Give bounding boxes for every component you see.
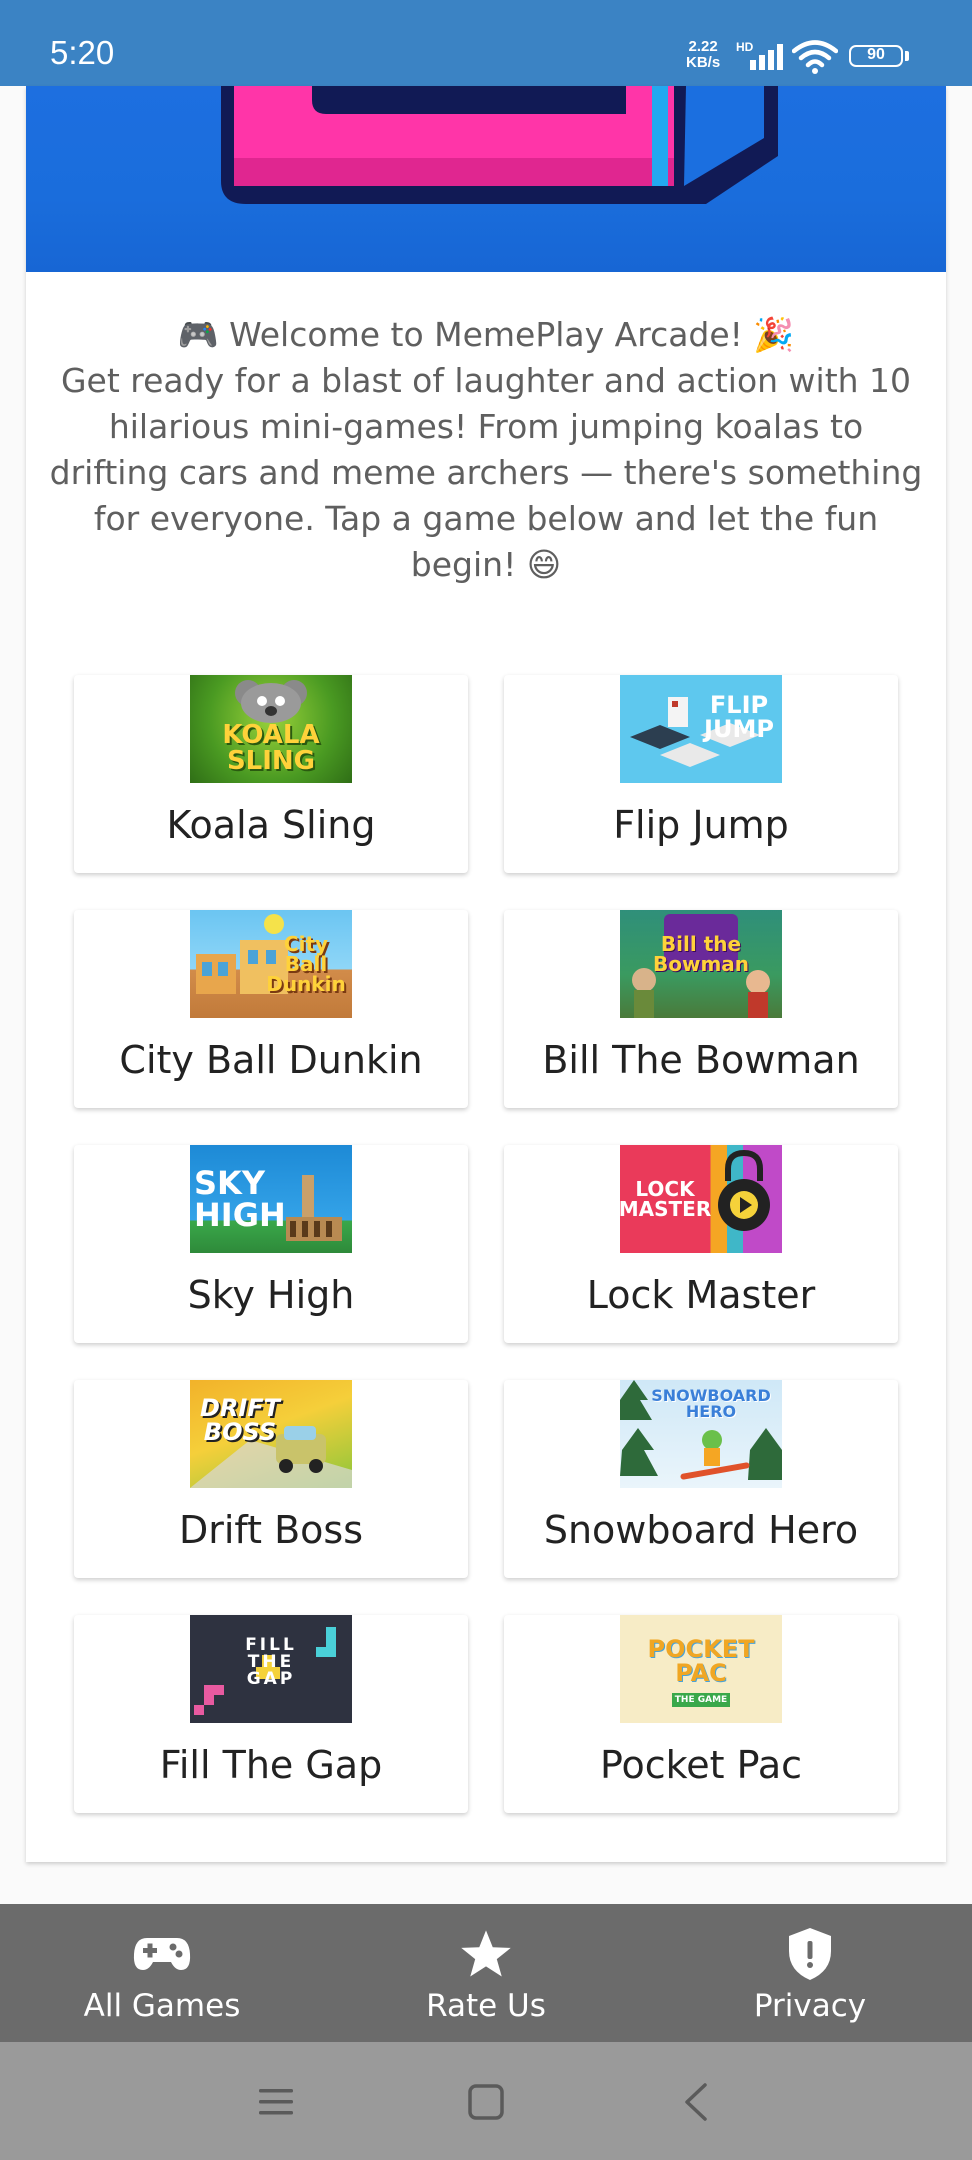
thumbnail-caption: SNOWBOARD HERO xyxy=(651,1386,771,1421)
battery-level: 90 xyxy=(867,46,885,63)
thumbnail-caption: SKY HIGH xyxy=(194,1164,286,1234)
nav-label: All Games xyxy=(83,1988,241,2024)
hero-graphic xyxy=(221,86,778,204)
game-thumbnail: FILL THE GAP xyxy=(190,1615,352,1723)
game-tile-flip-jump[interactable]: FLIP JUMP Flip Jump xyxy=(504,675,898,873)
status-bar: 5:20 2.22 KB/s HD 90 xyxy=(0,0,972,86)
network-speed: 2.22 KB/s xyxy=(686,39,720,71)
network-speed-unit: KB/s xyxy=(686,54,721,71)
nav-label: Privacy xyxy=(753,1988,867,2024)
game-tile-sky-high[interactable]: SKY HIGH Sky High xyxy=(74,1145,468,1343)
network-speed-value: 2.22 xyxy=(688,38,718,55)
arcade-card: 🎮 Welcome to MemePlay Arcade! 🎉 Get read… xyxy=(26,86,946,1862)
game-thumbnail: FLIP JUMP xyxy=(620,675,782,783)
game-thumbnail: POCKET PAC THE GAME xyxy=(620,1615,782,1723)
wifi-icon xyxy=(792,40,838,74)
thumbnail-caption: DRIFT BOSS xyxy=(199,1394,281,1446)
battery-nub xyxy=(905,51,909,61)
game-title: Sky High xyxy=(187,1273,355,1317)
game-title: Bill The Bowman xyxy=(542,1038,860,1082)
game-title: Drift Boss xyxy=(178,1508,364,1552)
game-tile-lock-master[interactable]: LOCK MASTER Lock Master xyxy=(504,1145,898,1343)
menu-button[interactable] xyxy=(246,2076,306,2128)
thumbnail-caption: City Ball Dunkin xyxy=(266,932,346,996)
game-tile-snowboard-hero[interactable]: SNOWBOARD HERO Snowboard Hero xyxy=(504,1380,898,1578)
back-button[interactable] xyxy=(666,2076,726,2128)
thumbnail-caption: Bill the Bowman xyxy=(652,932,750,976)
gamepad-icon xyxy=(0,1926,324,1982)
menu-icon xyxy=(259,2089,293,2115)
hero-banner xyxy=(26,86,946,272)
thumbnail-caption: KOALA SLING xyxy=(222,720,320,776)
game-tile-pocket-pac[interactable]: POCKET PAC THE GAME Pocket Pac xyxy=(504,1615,898,1813)
game-thumbnail: City Ball Dunkin xyxy=(190,910,352,1018)
game-title: Pocket Pac xyxy=(599,1743,803,1787)
game-thumbnail: DRIFT BOSS xyxy=(190,1380,352,1488)
welcome-headline: 🎮 Welcome to MemePlay Arcade! 🎉 xyxy=(177,315,795,354)
game-title: Snowboard Hero xyxy=(543,1508,859,1552)
nav-privacy[interactable]: Privacy xyxy=(648,1904,972,2042)
system-navigation-bar xyxy=(0,2042,972,2160)
welcome-text: 🎮 Welcome to MemePlay Arcade! 🎉 Get read… xyxy=(46,312,926,588)
signal-icon xyxy=(750,44,783,70)
battery-icon: 90 xyxy=(849,45,903,67)
game-title: Fill The Gap xyxy=(159,1743,383,1787)
welcome-body: Get ready for a blast of laughter and ac… xyxy=(49,361,923,584)
game-tile-fill-the-gap[interactable]: FILL THE GAP Fill The Gap xyxy=(74,1615,468,1813)
home-square-icon xyxy=(468,2084,504,2120)
game-thumbnail: KOALA SLING xyxy=(190,675,352,783)
game-tile-bill-the-bowman[interactable]: Bill the Bowman Bill The Bowman xyxy=(504,910,898,1108)
game-thumbnail: SKY HIGH xyxy=(190,1145,352,1253)
bottom-navigation: All Games Rate Us Privacy xyxy=(0,1904,972,2042)
star-icon xyxy=(324,1926,648,1982)
status-time: 5:20 xyxy=(50,34,115,71)
nav-rate-us[interactable]: Rate Us xyxy=(324,1904,648,2042)
game-title: Flip Jump xyxy=(613,803,789,847)
nav-label: Rate Us xyxy=(426,1988,546,2024)
back-chevron-icon xyxy=(685,2083,707,2121)
game-title: City Ball Dunkin xyxy=(119,1038,423,1082)
game-tile-city-ball-dunkin[interactable]: City Ball Dunkin City Ball Dunkin xyxy=(74,910,468,1108)
thumbnail-subcaption: THE GAME xyxy=(672,1693,730,1707)
game-title: Koala Sling xyxy=(166,803,376,847)
shield-icon xyxy=(648,1926,972,1982)
home-button[interactable] xyxy=(456,2076,516,2128)
nav-all-games[interactable]: All Games xyxy=(0,1904,324,2042)
thumbnail-caption: FILL THE GAP xyxy=(245,1634,297,1689)
game-tile-drift-boss[interactable]: DRIFT BOSS Drift Boss xyxy=(74,1380,468,1578)
game-thumbnail: LOCK MASTER xyxy=(620,1145,782,1253)
thumbnail-caption: LOCK MASTER xyxy=(620,1177,712,1221)
game-thumbnail: Bill the Bowman xyxy=(620,910,782,1018)
game-title: Lock Master xyxy=(586,1273,816,1317)
game-tile-koala-sling[interactable]: KOALA SLING Koala Sling xyxy=(74,675,468,873)
thumbnail-caption: FLIP JUMP xyxy=(704,691,774,743)
game-thumbnail: SNOWBOARD HERO xyxy=(620,1380,782,1488)
